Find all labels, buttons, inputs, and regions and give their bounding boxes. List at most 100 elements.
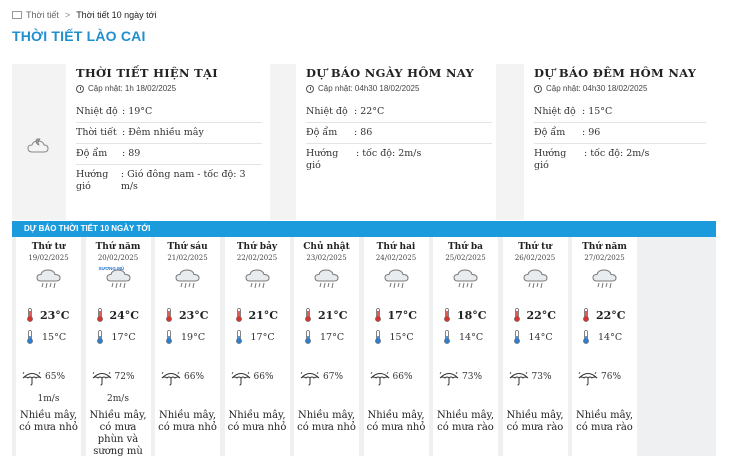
umbrella-icon: [578, 371, 598, 386]
forecast-day: Thứ hai 24/02/2025 17°C 15°C 66% Nhiều mây, c…: [363, 237, 429, 456]
forecast-day: Thứ bảy 22/02/2025 21°C 17°C 66% Nhiều mây, c…: [224, 237, 290, 456]
umbrella-icon: [370, 371, 389, 386]
rain-chance: 66%: [392, 372, 413, 382]
row-label: Hướng gió: [534, 148, 567, 171]
thermometer-low-icon: [235, 330, 242, 344]
rain-chance: 76%: [601, 372, 622, 382]
temp-high: 21°C: [248, 309, 279, 322]
tonight-table: Nhiệt độ: 15°C Độ ẩm: 96 Hướng gió: tốc …: [534, 102, 706, 176]
temp-low: 15°C: [389, 332, 414, 343]
temp-high: 18°C: [457, 309, 487, 322]
current-humidity-row: Độ ẩm: 89: [76, 144, 262, 165]
row-label: Độ ẩm: [534, 127, 566, 138]
thermometer-high-icon: [305, 308, 311, 322]
breadcrumb-current: Thời tiết 10 ngày tới: [76, 10, 157, 20]
day-description: Nhiều mây, có mưa nhỏ: [19, 410, 78, 433]
row-value: : 15°C: [582, 106, 613, 117]
rain-cloud-icon: [383, 269, 409, 289]
clock-icon: [534, 84, 542, 93]
rain-chance: 67%: [323, 372, 344, 382]
tonight-forecast-card: DỰ BÁO ĐÊM HÔM NAY Cập nhật: 04h30 18/02…: [524, 64, 716, 220]
summary-section: THỜI TIẾT HIỆN TẠI Cập nhật: 1h 18/02/20…: [12, 64, 716, 220]
thermometer-low-icon: [444, 330, 450, 344]
row-value: : 19°C: [122, 106, 153, 117]
temp-low: 15°C: [42, 332, 67, 343]
day-date: 25/02/2025: [445, 254, 486, 262]
day-name: Thứ năm: [95, 242, 141, 252]
temp-low: 14°C: [528, 332, 553, 343]
current-weather-card: THỜI TIẾT HIỆN TẠI Cập nhật: 1h 18/02/20…: [66, 64, 270, 220]
temp-high: 22°C: [596, 309, 626, 322]
wind-speed: 2m/s: [107, 394, 129, 404]
rain-cloud-icon: [592, 269, 617, 289]
current-wind-row: Hướng gió : Gió đông nam - tốc độ: 3 m/s: [76, 165, 262, 197]
umbrella-icon: [509, 371, 528, 386]
row-value: : Gió đông nam - tốc độ: 3 m/s: [120, 169, 246, 192]
thermometer-low-icon: [27, 330, 33, 344]
current-updated: Cập nhật: 1h 18/02/2025: [76, 84, 176, 93]
today-updated-text: Cập nhật: 04h30 18/02/2025: [318, 84, 420, 93]
rain-chance: 72%: [114, 372, 135, 382]
breadcrumb: Thời tiết > Thời tiết 10 ngày tới: [12, 10, 157, 20]
forecast-day: Chủ nhật 23/02/2025 21°C 17°C 67% Nhiều mây, …: [294, 237, 359, 456]
temp-low: 19°C: [181, 332, 206, 343]
temp-low: 17°C: [111, 332, 136, 343]
row-value: : 96: [582, 127, 601, 138]
day-description: Nhiều mây, có mưa rào: [436, 410, 495, 433]
folder-icon: [12, 11, 22, 19]
tonight-updated-text: Cập nhật: 04h30 18/02/2025: [546, 84, 648, 93]
night-cloud-icon: [27, 138, 49, 153]
day-description: Nhiều mây, có mưa rào: [575, 410, 634, 433]
drizzle-fog-icon: [105, 269, 131, 289]
umbrella-icon: [92, 371, 111, 386]
clock-icon: [306, 84, 314, 93]
thermometer-high-icon: [513, 308, 520, 322]
row-label: Nhiệt độ: [76, 106, 118, 117]
day-date: 23/02/2025: [306, 254, 347, 262]
current-weather-heading: THỜI TIẾT HIỆN TẠI: [76, 66, 218, 80]
thermometer-high-icon: [166, 308, 172, 322]
row-label: Thời tiết: [76, 127, 117, 138]
day-description: Nhiều mây, có mưa nhỏ: [227, 410, 287, 433]
forecast-day: Thứ tư 26/02/2025 22°C 14°C 73% Nhiều mây, có…: [502, 237, 568, 456]
today-wind-row: Hướng gió: tốc độ: 2m/s: [306, 144, 492, 176]
today-heading: DỰ BÁO NGÀY HÔM NAY: [306, 66, 474, 80]
rain-chance: 73%: [462, 372, 483, 382]
row-label: Độ ẩm: [306, 127, 338, 138]
rain-cloud-icon: [314, 269, 339, 289]
today-updated: Cập nhật: 04h30 18/02/2025: [306, 84, 419, 93]
temp-low: 14°C: [459, 332, 484, 343]
day-name: Chủ nhật: [303, 242, 350, 252]
tonight-heading: DỰ BÁO ĐÊM HÔM NAY: [534, 66, 697, 80]
clock-icon: [76, 84, 84, 93]
rain-chance: 66%: [184, 372, 205, 382]
temp-high: 23°C: [179, 309, 209, 322]
day-name: Thứ ba: [447, 242, 484, 252]
rain-cloud-icon: [175, 269, 200, 289]
day-name: Thứ hai: [376, 242, 416, 252]
umbrella-icon: [231, 371, 250, 386]
today-humidity-row: Độ ẩm : 86: [306, 123, 492, 144]
day-date: 22/02/2025: [236, 254, 278, 262]
row-label: Nhiệt độ: [306, 106, 348, 117]
thermometer-high-icon: [96, 308, 103, 322]
row-label: Hướng gió: [76, 169, 109, 192]
current-weather-table: Nhiệt độ: 19°C Thời tiết: Đêm nhiều mây …: [76, 102, 262, 197]
temp-low: 17°C: [320, 332, 345, 343]
temp-high: 17°C: [387, 309, 418, 322]
breadcrumb-root-link[interactable]: Thời tiết: [26, 10, 59, 20]
tonight-updated: Cập nhật: 04h30 18/02/2025: [534, 84, 647, 93]
day-date: 26/02/2025: [514, 254, 556, 262]
thermometer-high-icon: [374, 308, 381, 322]
umbrella-icon: [161, 371, 181, 386]
row-value: : 86: [354, 127, 373, 138]
day-name: Thứ năm: [582, 242, 627, 252]
tonight-humidity-row: Độ ẩm : 96: [534, 123, 706, 144]
rain-chance: 65%: [45, 372, 66, 382]
row-value: : Đêm nhiều mây: [122, 127, 204, 138]
forecast-day: Thứ sáu 21/02/2025 23°C 19°C 66% Nhiều mây, c…: [155, 237, 220, 456]
thermometer-low-icon: [513, 330, 520, 344]
thermometer-high-icon: [235, 308, 242, 322]
rain-cloud-icon: [36, 269, 61, 289]
umbrella-icon: [22, 371, 42, 386]
